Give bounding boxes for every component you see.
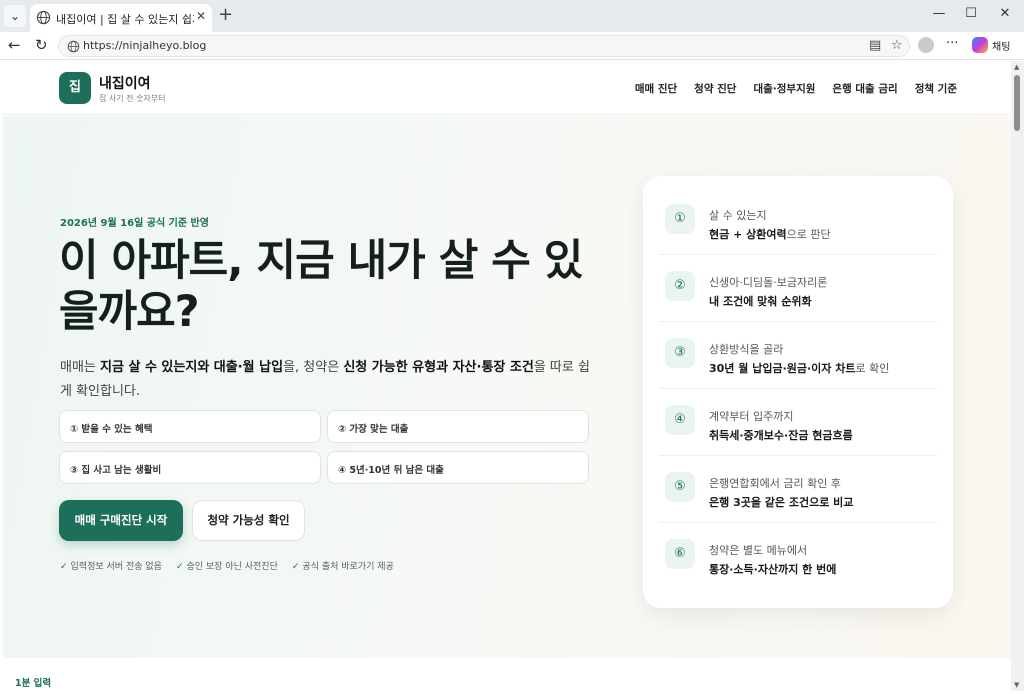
step-headline: 내 조건에 맞춰 순위화: [709, 295, 812, 308]
tab-menu-icon[interactable]: ⌄: [4, 5, 26, 27]
step-item: ⑥ 청약은 별도 메뉴에서 통장·소득·자산까지 한 번에: [659, 523, 937, 590]
hero-date-badge: 2026년 9월 16일 공식 기준 반영: [60, 218, 209, 229]
benefit-chips: ① 받을 수 있는 혜택 ② 가장 맞는 대출 ③ 집 사고 남는 생활비 ④ …: [59, 410, 591, 484]
next-section-label: 1분 입력: [15, 678, 52, 689]
plus-icon[interactable]: +: [218, 5, 233, 25]
steps-card: ① 살 수 있는지 현금 + 상환여력으로 판단 ② 신생아·디딤돌·보금자리론…: [643, 176, 953, 608]
browser-tabstrip: ⌄ 내집이여 | 집 살 수 있는지 쉽게 확 ✕ + — ☐ ✕: [0, 0, 1024, 32]
step-subtitle: 상환방식을 골라: [709, 343, 784, 356]
close-icon[interactable]: ✕: [196, 9, 206, 23]
chip-remaining-loan: ④ 5년·10년 뒤 남은 대출: [327, 451, 589, 484]
globe-icon: [36, 10, 51, 25]
nav-item-bank-rates[interactable]: 은행 대출 금리: [832, 81, 897, 96]
page-scrollbar[interactable]: ▲ ▼: [1011, 61, 1024, 691]
scrollbar-thumb[interactable]: [1014, 75, 1020, 131]
profile-icon[interactable]: [918, 37, 934, 53]
chip-living-cost: ③ 집 사고 남는 생활비: [59, 451, 321, 484]
copilot-label[interactable]: 채팅: [992, 38, 1010, 53]
browser-tab[interactable]: 내집이여 | 집 살 수 있는지 쉽게 확 ✕: [30, 4, 212, 32]
assurance-list: ✓ 입력정보 서버 전송 없음 ✓ 승인 보장 아닌 사전진단 ✓ 공식 출처 바로가…: [60, 559, 394, 572]
url-text: https://ninjalheyo.blog: [83, 39, 207, 52]
back-icon[interactable]: ←: [8, 36, 21, 54]
assurance-item: ✓ 승인 보장 아닌 사전진단: [175, 562, 278, 572]
reader-icon[interactable]: ▤: [869, 38, 881, 53]
hero-title: 이 아파트, 지금 내가 살 수 있을까요?: [59, 236, 583, 337]
step-item: ② 신생아·디딤돌·보금자리론 내 조건에 맞춰 순위화: [659, 255, 937, 322]
browser-toolbar: ← ↻ https://ninjalheyo.blog ▤ ☆: [0, 32, 1024, 60]
step-item: ③ 상환방식을 골라 30년 월 납입금·원금·이자 차트로 확인: [659, 322, 937, 389]
step-number: ②: [665, 271, 695, 301]
site-header: 집 내집이여 집 사기 전 숫자부터 매매 진단 청약 진단 대출·정부지원 은…: [3, 61, 1011, 115]
nav-item-loan-support[interactable]: 대출·정부지원: [753, 81, 815, 96]
step-number: ④: [665, 405, 695, 435]
copilot-icon[interactable]: [972, 37, 988, 53]
page-viewport: 집 내집이여 집 사기 전 숫자부터 매매 진단 청약 진단 대출·정부지원 은…: [3, 61, 1011, 691]
step-number: ⑤: [665, 472, 695, 502]
check-icon: ✓: [60, 562, 68, 572]
check-subscription-button[interactable]: 청약 가능성 확인: [192, 500, 305, 541]
scroll-up-icon[interactable]: ▲: [1014, 63, 1019, 71]
brand-name[interactable]: 내집이여: [99, 73, 151, 93]
minimize-icon[interactable]: —: [924, 6, 954, 21]
assurance-item: ✓ 입력정보 서버 전송 없음: [60, 562, 162, 572]
step-item: ⑤ 은행연합회에서 금리 확인 후 은행 3곳을 같은 조건으로 비교: [659, 456, 937, 523]
hero-section: 2026년 9월 16일 공식 기준 반영 이 아파트, 지금 내가 살 수 있…: [3, 116, 1011, 658]
main-nav: 매매 진단 청약 진단 대출·정부지원 은행 대출 금리 정책 기준: [635, 81, 957, 96]
check-icon: ✓: [291, 562, 300, 572]
step-subtitle: 신생아·디딤돌·보금자리론: [709, 276, 828, 289]
step-item: ① 살 수 있는지 현금 + 상환여력으로 판단: [659, 188, 937, 255]
step-number: ①: [665, 204, 695, 234]
step-headline: 통장·소득·자산까지 한 번에: [709, 563, 837, 576]
address-bar[interactable]: https://ninjalheyo.blog ▤ ☆: [58, 35, 910, 57]
brand-tagline: 집 사기 전 숫자부터: [99, 94, 166, 103]
tab-title: 내집이여 | 집 살 수 있는지 쉽게 확: [56, 13, 194, 26]
nav-item-sale-diagnosis[interactable]: 매매 진단: [635, 81, 677, 96]
step-subtitle: 은행연합회에서 금리 확인 후: [709, 477, 841, 490]
check-icon: ✓: [175, 562, 184, 572]
start-purchase-diagnosis-button[interactable]: 매매 구매진단 시작: [59, 500, 183, 541]
nav-item-subscription-diagnosis[interactable]: 청약 진단: [694, 81, 736, 96]
step-headline: 은행 3곳을 같은 조건으로 비교: [709, 496, 854, 509]
step-subtitle: 청약은 별도 메뉴에서: [709, 544, 808, 557]
more-icon[interactable]: ···: [946, 36, 958, 51]
globe-icon: [67, 40, 80, 53]
chip-benefits: ① 받을 수 있는 혜택: [59, 410, 321, 443]
step-headline: 30년 월 납입금·원금·이자 차트로 확인: [709, 362, 890, 375]
reload-icon[interactable]: ↻: [35, 36, 48, 54]
chip-best-loan: ② 가장 맞는 대출: [327, 410, 589, 443]
step-subtitle: 살 수 있는지: [709, 209, 767, 222]
close-window-icon[interactable]: ✕: [990, 6, 1020, 21]
hero-description: 매매는 지금 살 수 있는지와 대출·월 납입을, 청약은 신청 가능한 유형과…: [60, 360, 590, 399]
step-subtitle: 계약부터 입주까지: [709, 410, 794, 423]
assurance-item: ✓ 공식 출처 바로가기 제공: [291, 562, 394, 572]
step-headline: 현금 + 상환여력으로 판단: [709, 228, 831, 241]
step-item: ④ 계약부터 입주까지 취득세·중개보수·잔금 현금흐름: [659, 389, 937, 456]
scroll-down-icon[interactable]: ▼: [1014, 681, 1019, 689]
step-number: ⑥: [665, 539, 695, 569]
maximize-icon[interactable]: ☐: [956, 6, 986, 21]
site-logo[interactable]: 집: [59, 72, 91, 104]
favorite-star-icon[interactable]: ☆: [891, 38, 903, 53]
step-headline: 취득세·중개보수·잔금 현금흐름: [709, 429, 853, 442]
step-number: ③: [665, 338, 695, 368]
nav-item-policy[interactable]: 정책 기준: [915, 81, 957, 96]
